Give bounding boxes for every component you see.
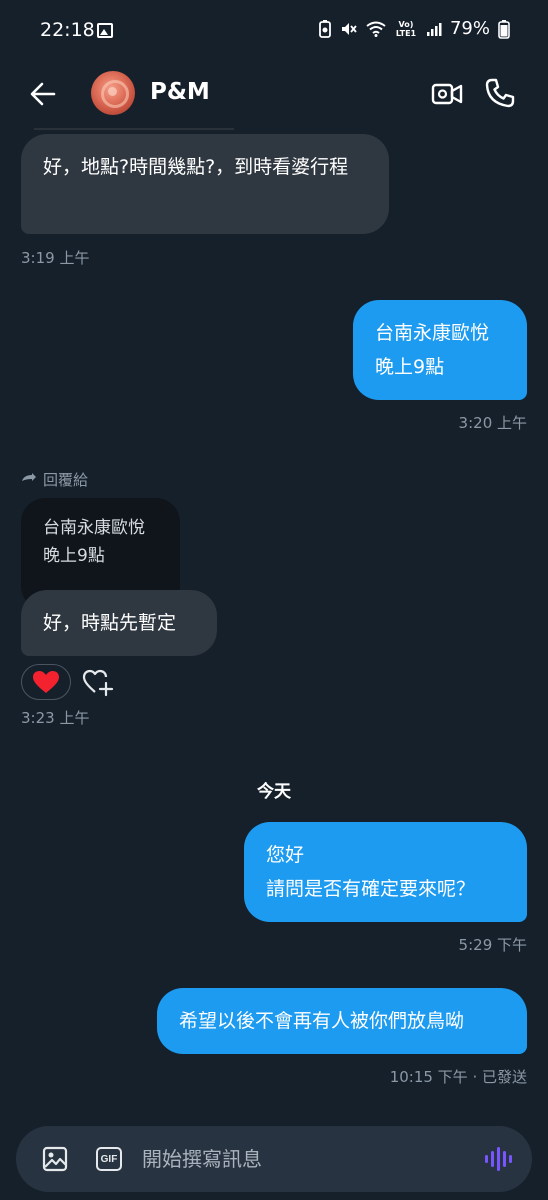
message-timestamp: 5:29 下午 bbox=[458, 936, 527, 954]
image-attach-icon[interactable] bbox=[42, 1146, 68, 1172]
incoming-message-bubble[interactable]: 好，地點?時間幾點?，到時看婆行程 bbox=[21, 134, 389, 234]
status-time: 22:18 bbox=[40, 19, 95, 41]
message-timestamp: 3:23 上午 bbox=[21, 709, 90, 727]
outgoing-message-bubble[interactable]: 您好 請問是否有確定要來呢？ bbox=[244, 822, 527, 922]
battery-saver-icon bbox=[319, 19, 331, 38]
gif-button[interactable]: GIF bbox=[96, 1147, 122, 1171]
message-text: 好，時點先暫定 bbox=[43, 612, 177, 634]
quoted-text: 台南永康歐悅 晚上9點 bbox=[43, 518, 145, 566]
battery-percent: 79% bbox=[449, 18, 490, 39]
reply-to-label: 回覆給 bbox=[21, 469, 88, 490]
message-timestamp: 10:15 下午 · 已發送 bbox=[389, 1068, 527, 1086]
reply-arrow-icon bbox=[22, 472, 36, 481]
chat-header: P&M bbox=[0, 62, 548, 126]
mute-icon bbox=[341, 22, 357, 35]
back-arrow-icon[interactable] bbox=[28, 80, 58, 108]
outgoing-message-bubble[interactable]: 台南永康歐悅 晚上9點 bbox=[353, 300, 527, 400]
video-call-icon[interactable] bbox=[431, 79, 463, 109]
gallery-notification-icon bbox=[97, 23, 113, 38]
wifi-icon bbox=[366, 21, 386, 37]
heart-reaction[interactable] bbox=[21, 664, 71, 700]
message-timestamp: 3:19 上午 bbox=[21, 249, 90, 267]
message-composer: GIF bbox=[16, 1126, 532, 1192]
add-reaction-icon[interactable] bbox=[82, 666, 114, 698]
voice-message-icon[interactable] bbox=[484, 1146, 512, 1172]
outgoing-message-bubble[interactable]: 希望以後不會再有人被你們放鳥呦 bbox=[157, 988, 527, 1054]
message-text: 好，地點?時間幾點?，到時看婆行程 bbox=[43, 156, 349, 178]
reply-label-text: 回覆給 bbox=[43, 471, 89, 489]
message-text: 您好 請問是否有確定要來呢？ bbox=[266, 844, 476, 900]
volte-lte-label: Vo) LTE1 bbox=[395, 19, 417, 38]
avatar[interactable] bbox=[91, 71, 135, 115]
chat-title[interactable]: P&M bbox=[150, 79, 210, 105]
signal-icon bbox=[426, 22, 442, 36]
status-icons: Vo) LTE1 79% bbox=[318, 18, 510, 39]
message-text: 希望以後不會再有人被你們放鳥呦 bbox=[179, 1010, 465, 1032]
message-text: 台南永康歐悅 晚上9點 bbox=[375, 322, 490, 378]
incoming-message-bubble[interactable]: 好，時點先暫定 bbox=[21, 590, 217, 656]
battery-icon bbox=[498, 19, 510, 39]
phone-call-icon[interactable] bbox=[484, 77, 516, 109]
heart-icon bbox=[33, 671, 59, 693]
message-timestamp: 3:20 上午 bbox=[458, 414, 527, 432]
message-input[interactable] bbox=[142, 1140, 472, 1178]
date-separator: 今天 bbox=[257, 782, 291, 802]
status-bar: 22:18 Vo) LTE1 79% bbox=[0, 0, 548, 62]
